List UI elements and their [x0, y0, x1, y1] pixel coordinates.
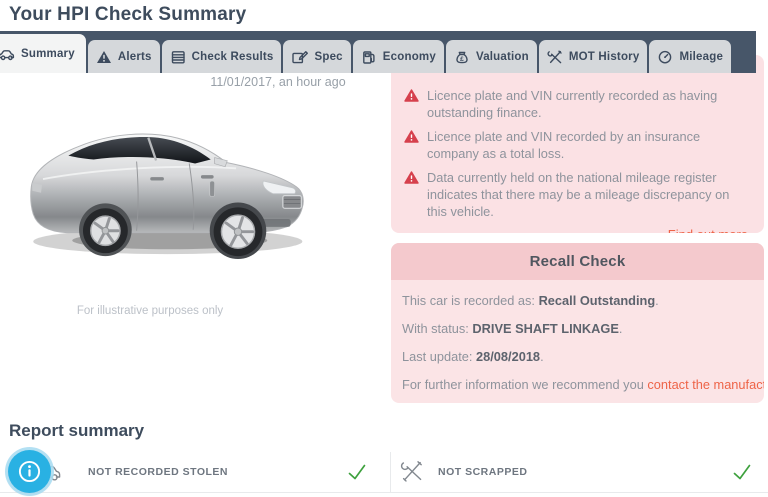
photo-disclaimer: For illustrative purposes only: [10, 305, 290, 317]
tab-label: Mileage: [679, 51, 723, 63]
tab-label: MOT History: [569, 51, 640, 63]
info-badge[interactable]: [8, 450, 51, 493]
hpi-check-summary-page: Your HPI Check Summary Licence plate and…: [0, 0, 768, 497]
tab-check-results[interactable]: Check Results: [162, 40, 282, 73]
alerts-panel: Licence plate and VIN currently recorded…: [391, 55, 764, 233]
tab-label: Valuation: [476, 51, 529, 63]
tab-label: Alerts: [118, 51, 152, 63]
warning-triangle-icon: [404, 171, 419, 184]
tab-spec[interactable]: Spec: [283, 40, 350, 73]
money-bag-icon: £: [454, 50, 470, 64]
recall-check-body: This car is recorded as: Recall Outstand…: [391, 293, 764, 392]
car-icon: [0, 47, 15, 61]
recall-line-info: For further information we recommend you…: [402, 377, 753, 392]
tab-economy[interactable]: Economy: [353, 40, 444, 73]
recall-status-value: DRIVE SHAFT LINKAGE: [472, 321, 618, 336]
warning-triangle-icon: [96, 50, 112, 64]
recall-line-status: With status: DRIVE SHAFT LINKAGE.: [402, 321, 753, 336]
crossed-tools-icon: [400, 460, 424, 484]
alert-text: Data currently held on the national mile…: [427, 169, 751, 220]
alert-item: Licence plate and VIN recorded by an ins…: [404, 128, 751, 162]
recall-line-recorded: This car is recorded as: Recall Outstand…: [402, 293, 753, 308]
tab-alerts[interactable]: Alerts: [88, 40, 160, 73]
recall-line-update: Last update: 28/08/2018.: [402, 349, 753, 364]
contact-manufacturer-link[interactable]: contact the manufacturer: [647, 377, 764, 392]
report-item-not-scrapped: NOT SCRAPPED: [390, 452, 768, 492]
report-item-label: NOT SCRAPPED: [438, 466, 527, 478]
tab-summary[interactable]: Summary: [0, 34, 86, 73]
alert-text: Licence plate and VIN recorded by an ins…: [427, 128, 751, 162]
crossed-tools-icon: [547, 50, 563, 64]
alert-text: Licence plate and VIN currently recorded…: [427, 87, 751, 121]
tab-label: Spec: [314, 51, 342, 63]
report-item-not-stolen: NOT RECORDED STOLEN: [0, 452, 390, 492]
info-icon: [16, 458, 43, 485]
warning-triangle-icon: [404, 130, 419, 143]
speedometer-icon: [657, 50, 673, 64]
alert-item: Licence plate and VIN currently recorded…: [404, 87, 751, 121]
tab-label: Economy: [383, 51, 436, 63]
recall-check-panel: Recall Check This car is recorded as: Re…: [391, 243, 764, 403]
find-out-more-link[interactable]: Find out more: [404, 227, 751, 233]
vehicle-photo: [4, 92, 316, 270]
tab-bar: Summary Alerts Check Results Spec Econom…: [0, 31, 756, 73]
report-item-label: NOT RECORDED STOLEN: [88, 466, 228, 478]
tab-label: Summary: [21, 48, 75, 60]
recall-update-value: 28/08/2018: [476, 349, 540, 364]
tab-label: Check Results: [192, 51, 274, 63]
pencil-paper-icon: [291, 50, 308, 64]
car-illustration: [4, 92, 316, 270]
warning-triangle-icon: [404, 89, 419, 102]
list-icon: [170, 50, 186, 64]
check-icon: [733, 464, 751, 480]
tab-mileage[interactable]: Mileage: [649, 40, 731, 73]
report-summary-row: NOT RECORDED STOLEN NOT SCRAPPED: [0, 452, 768, 493]
tab-valuation[interactable]: £ Valuation: [446, 40, 537, 73]
photo-date-caption: 11/01/2017, an hour ago: [128, 75, 428, 89]
check-icon: [348, 464, 366, 480]
svg-text:£: £: [460, 55, 464, 62]
tab-mot-history[interactable]: MOT History: [539, 40, 648, 73]
page-title: Your HPI Check Summary: [9, 4, 246, 26]
fuel-pump-icon: [361, 50, 377, 64]
recall-check-title: Recall Check: [391, 243, 764, 280]
recall-recorded-value: Recall Outstanding: [539, 293, 656, 308]
report-summary-title: Report summary: [9, 421, 144, 441]
alert-item: Data currently held on the national mile…: [404, 169, 751, 220]
